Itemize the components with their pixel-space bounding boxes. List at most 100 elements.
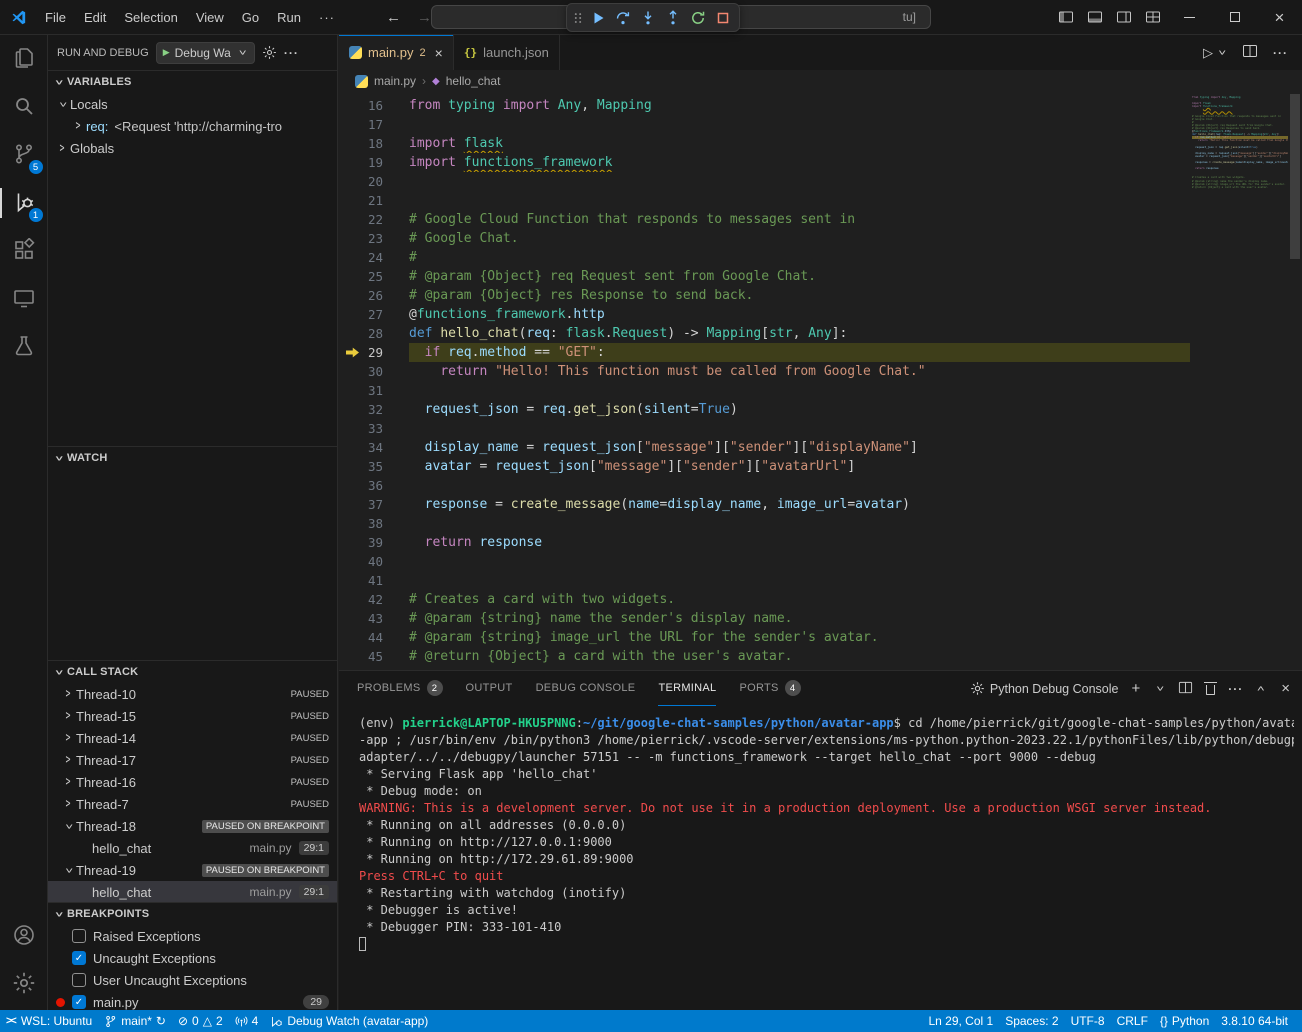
code-line-23[interactable]: 23# Google Chat. [339, 229, 1190, 248]
line-number[interactable]: 30 [339, 362, 383, 381]
code-line-44[interactable]: 44# @param {string} image_url the URL fo… [339, 628, 1190, 647]
menu-selection[interactable]: Selection [115, 0, 186, 35]
line-number[interactable]: 34 [339, 438, 383, 457]
line-number[interactable]: 21 [339, 191, 383, 210]
breadcrumb-symbol[interactable]: hello_chat [446, 74, 501, 88]
menu-go[interactable]: Go [233, 0, 268, 35]
code-line-31[interactable]: 31 [339, 381, 1190, 400]
line-number[interactable]: 19 [339, 153, 383, 172]
code-line-36[interactable]: 36 [339, 476, 1190, 495]
breakpoint-checkbox[interactable]: ✓ [72, 951, 86, 965]
breakpoints-section-header[interactable]: > BREAKPOINTS [48, 903, 337, 925]
code-line-39[interactable]: 39 return response [339, 533, 1190, 552]
line-number[interactable]: 31 [339, 381, 383, 400]
line-number[interactable]: 40 [339, 552, 383, 571]
code-line-32[interactable]: 32 request_json = req.get_json(silent=Tr… [339, 400, 1190, 419]
menu-view[interactable]: View [187, 0, 233, 35]
code-line-43[interactable]: 43# @param {string} name the sender's di… [339, 609, 1190, 628]
call-stack-thread[interactable]: >Thread-7PAUSED [48, 793, 337, 815]
code-line-18[interactable]: 18import flask [339, 134, 1190, 153]
kill-terminal-icon[interactable] [1206, 685, 1215, 695]
code-line-17[interactable]: 17 [339, 115, 1190, 134]
line-number[interactable]: 29 [339, 343, 383, 362]
code-line-27[interactable]: 27@functions_framework.http [339, 305, 1190, 324]
indentation[interactable]: Spaces: 2 [999, 1010, 1064, 1032]
code-line-21[interactable]: 21 [339, 191, 1190, 210]
activity-testing[interactable] [0, 323, 48, 371]
git-branch[interactable]: main*↻ [98, 1010, 172, 1032]
panel-tab-ports[interactable]: PORTS4 [739, 671, 800, 706]
close-tab-icon[interactable]: × [435, 45, 443, 61]
line-number[interactable]: 18 [339, 134, 383, 153]
code-line-34[interactable]: 34 display_name = request_json["message"… [339, 438, 1190, 457]
remote-indicator[interactable]: ><WSL: Ubuntu [0, 1010, 98, 1032]
line-number[interactable]: 35 [339, 457, 383, 476]
menu-run[interactable]: Run [268, 0, 310, 35]
tab-main.py[interactable]: main.py2× [339, 35, 454, 70]
terminal-dropdown-icon[interactable]: > [1152, 684, 1166, 694]
code-line-28[interactable]: 28def hello_chat(req: flask.Request) -> … [339, 324, 1190, 343]
code-line-29[interactable]: 29 if req.method == "GET": [339, 343, 1190, 362]
line-number[interactable]: 24 [339, 248, 383, 267]
activity-source-control[interactable]: 5 [0, 131, 48, 179]
call-stack-section-header[interactable]: > CALL STACK [48, 661, 337, 683]
eol[interactable]: CRLF [1111, 1010, 1154, 1032]
call-stack-thread[interactable]: >Thread-15PAUSED [48, 705, 337, 727]
breadcrumb-file[interactable]: main.py [374, 74, 416, 88]
close-window-button[interactable]: × [1257, 0, 1302, 34]
toggle-sidebar-icon[interactable] [1051, 0, 1080, 34]
close-panel-icon[interactable]: × [1281, 680, 1290, 697]
drag-grip-icon[interactable] [571, 6, 585, 30]
call-stack-thread[interactable]: >Thread-14PAUSED [48, 727, 337, 749]
terminal-output[interactable]: (env) pierrick@LAPTOP-HKU5PNNG:~/git/goo… [339, 706, 1302, 1010]
problems[interactable]: ⊘0△2 [172, 1010, 229, 1032]
line-number[interactable]: 17 [339, 115, 383, 134]
variables-row[interactable]: >Globals [48, 137, 337, 159]
code-line-41[interactable]: 41 [339, 571, 1190, 590]
line-number[interactable]: 41 [339, 571, 383, 590]
activity-search[interactable] [0, 83, 48, 131]
code-line-33[interactable]: 33 [339, 419, 1190, 438]
variables-row[interactable]: >Locals [48, 93, 337, 115]
activity-accounts[interactable] [0, 912, 48, 960]
code-line-40[interactable]: 40 [339, 552, 1190, 571]
code-line-25[interactable]: 25# @param {Object} req Request sent fro… [339, 267, 1190, 286]
call-stack-frame[interactable]: hello_chatmain.py29:1 [48, 881, 337, 902]
line-number[interactable]: 42 [339, 590, 383, 609]
breakpoint-row[interactable]: Raised Exceptions [48, 925, 337, 947]
variables-section-header[interactable]: > VARIABLES [48, 71, 337, 93]
line-number[interactable]: 23 [339, 229, 383, 248]
call-stack-thread[interactable]: >Thread-18PAUSED ON BREAKPOINT [48, 815, 337, 837]
line-number[interactable]: 37 [339, 495, 383, 514]
code-line-20[interactable]: 20 [339, 172, 1190, 191]
code-line-35[interactable]: 35 avatar = request_json["message"]["sen… [339, 457, 1190, 476]
breakpoint-row[interactable]: ✓Uncaught Exceptions [48, 947, 337, 969]
call-stack-thread[interactable]: >Thread-19PAUSED ON BREAKPOINT [48, 859, 337, 881]
line-number[interactable]: 44 [339, 628, 383, 647]
line-number[interactable]: 28 [339, 324, 383, 343]
line-number[interactable]: 26 [339, 286, 383, 305]
watch-section-header[interactable]: > WATCH [48, 447, 337, 469]
line-number[interactable]: 25 [339, 267, 383, 286]
code-line-24[interactable]: 24# [339, 248, 1190, 267]
breakpoint-checkbox[interactable] [72, 973, 86, 987]
code-editor[interactable]: 16from typing import Any, Mapping1718imp… [339, 92, 1302, 670]
cursor-position[interactable]: Ln 29, Col 1 [922, 1010, 999, 1032]
activity-explorer[interactable] [0, 35, 48, 83]
line-number[interactable]: 36 [339, 476, 383, 495]
line-number[interactable]: 16 [339, 96, 383, 115]
toggle-panel-icon[interactable] [1080, 0, 1109, 34]
activity-extensions[interactable] [0, 227, 48, 275]
breakpoint-checkbox[interactable] [72, 929, 86, 943]
forward-icon[interactable]: → [417, 9, 432, 26]
code-line-42[interactable]: 42# Creates a card with two widgets. [339, 590, 1190, 609]
panel-tab-problems[interactable]: PROBLEMS2 [357, 671, 443, 706]
code-line-37[interactable]: 37 response = create_message(name=displa… [339, 495, 1190, 514]
panel-tab-debug-console[interactable]: DEBUG CONSOLE [536, 671, 636, 706]
maximize-button[interactable] [1212, 0, 1257, 34]
maximize-panel-icon[interactable]: > [1255, 684, 1269, 694]
start-debug-icon[interactable]: ▶ [163, 47, 170, 58]
new-terminal-icon[interactable]: + [1131, 680, 1140, 697]
code-line-19[interactable]: 19import functions_framework [339, 153, 1190, 172]
back-icon[interactable]: ← [386, 9, 401, 26]
